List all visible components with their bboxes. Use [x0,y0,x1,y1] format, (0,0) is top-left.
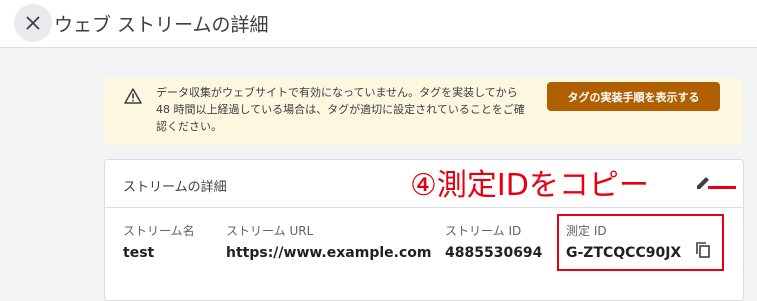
field-stream-id: ストリーム ID 4885530694 [445,222,542,261]
warning-icon [124,88,142,104]
field-value: 4885530694 [445,245,543,261]
annotation-pointer [708,186,736,189]
field-stream-name: ストリーム名 test [123,222,195,261]
warning-line-3: 認ください。 [156,120,222,133]
annotation-highlight-box [557,214,724,271]
field-label: ストリーム URL [226,224,314,238]
card-title: ストリームの詳細 [123,180,227,195]
field-value: https://www.example.com [226,245,432,261]
field-value: test [123,245,155,261]
page-header: ウェブ ストリームの詳細 [0,0,757,48]
field-stream-url: ストリーム URL https://www.example.com [226,222,431,261]
warning-banner: データ収集がウェブサイトで有効になっていません。タグを実装してから 48 時間以… [104,78,742,145]
show-tag-instructions-button[interactable]: タグの実装手順を表示する [547,82,720,111]
close-icon [26,16,40,30]
page-title: ウェブ ストリームの詳細 [54,14,269,36]
field-label: ストリーム名 [123,224,195,238]
field-label: ストリーム ID [445,224,522,238]
annotation-copy-measurement-id: ④測定IDをコピー [410,168,649,203]
close-button[interactable] [14,4,52,42]
warning-message: データ収集がウェブサイトで有効になっていません。タグを実装してから 48 時間以… [156,84,556,135]
warning-line-2: 48 時間以上経過している場合は、タグが適切に設定されていることをご確 [156,103,525,116]
warning-line-1: データ収集がウェブサイトで有効になっていません。タグを実装してから [156,86,518,99]
